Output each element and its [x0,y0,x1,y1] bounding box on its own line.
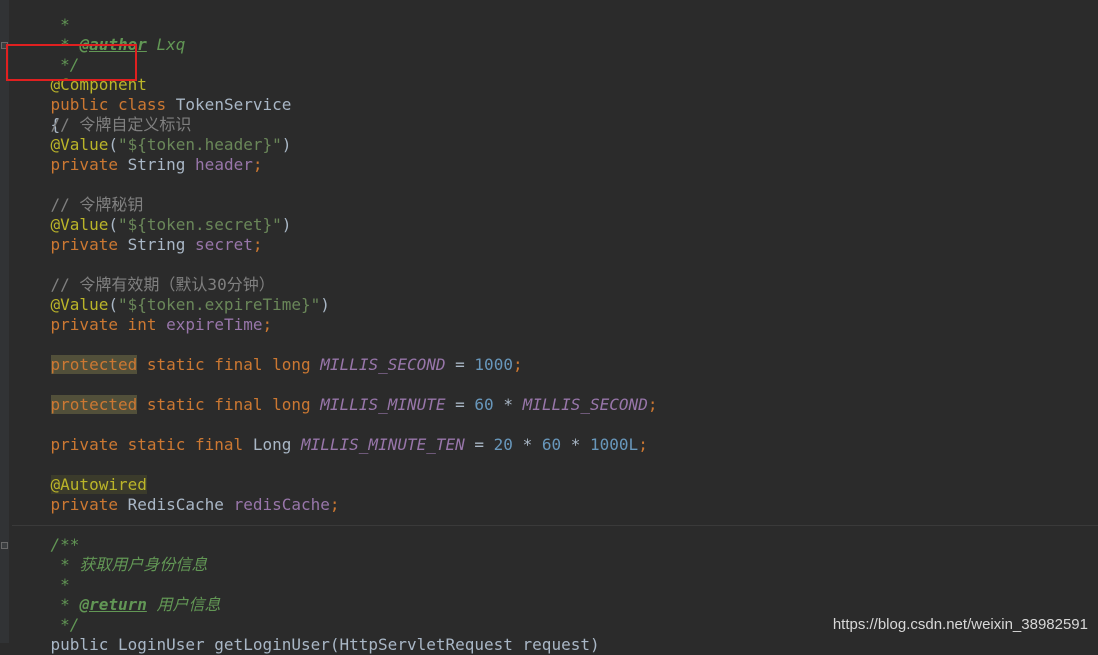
operator: = [445,395,475,414]
code-line: private String header; [12,155,263,175]
semicolon: ; [262,315,273,334]
code-line: { [12,95,61,134]
keyword-highlighted: protected [50,355,138,374]
watermark: https://blog.csdn.net/weixin_38982591 [832,616,1088,633]
number-literal: 1000L [590,435,639,454]
operator: = [464,435,494,454]
keyword: class [117,95,167,114]
number-literal: 1000 [474,355,513,374]
operator: * [493,395,523,414]
paren: ( [108,135,118,154]
number-literal: 20 [493,435,513,454]
paren: ) [281,135,292,154]
autowired-annotation: @Autowired [50,475,147,494]
code-editor[interactable]: * * @author Lxq */ @Component public cla… [0,0,1098,654]
code-line: * 获取用户身份信息 [12,555,207,575]
code-line: // 令牌有效期（默认30分钟） [12,275,275,295]
operator: = [445,355,475,374]
operator: * [512,435,542,454]
keyword: private static final [50,435,244,454]
code-line: protected static final long MILLIS_MINUT… [12,395,657,415]
line-comment: // 令牌自定义标识 [50,115,192,134]
code-line: /** [12,535,80,555]
doc-comment: * [50,595,80,614]
code-line: @Autowired [12,475,147,495]
string-literal: "${token.expireTime}" [117,295,321,314]
keyword: private [50,155,118,174]
code-line: */ [12,615,79,635]
code-line: * [12,575,70,595]
constant-ref: MILLIS_SECOND [522,395,648,414]
code-line: * @author Lxq [12,15,185,54]
semicolon: ; [252,155,263,174]
keyword-highlighted: protected [50,395,138,414]
field-name: header [195,155,253,174]
string-literal: "${token.secret}" [117,215,282,234]
type-name: RedisCache [127,495,224,514]
number-literal: 60 [474,395,494,414]
constant-name: MILLIS_MINUTE_TEN [301,435,465,454]
annotation: @Value [50,215,109,234]
annotation-highlight-box [6,44,137,81]
string-literal: "${token.header}" [117,135,282,154]
javadoc-tag: @return [79,595,147,614]
code-line: public LoginUser getLoginUser(HttpServle… [12,635,600,655]
doc-comment: Lxq [146,35,186,54]
type-name: String [127,235,186,254]
semicolon: ; [647,395,658,414]
line-comment: // 令牌有效期（默认30分钟） [50,275,275,294]
keyword: private [50,315,118,334]
number-literal: 60 [541,435,562,454]
semicolon: ; [512,355,523,374]
code-line: @Value("${token.header}") [12,135,292,155]
code-line: // 令牌秘钥 [12,195,144,215]
doc-comment: */ [50,615,80,634]
annotation: @Value [50,295,109,314]
paren: ) [320,295,330,314]
field-name: redisCache [233,495,330,514]
keyword: private [50,495,118,514]
code-line: // 令牌自定义标识 [12,115,192,135]
field-name: expireTime [166,315,263,334]
method-separator [12,525,1098,526]
paren: ( [108,295,118,314]
code-line: private int expireTime; [12,315,273,335]
type-name: Long [252,435,292,454]
code-line: * @return 用户信息 [12,595,221,615]
code-line: protected static final long MILLIS_SECON… [12,355,523,375]
code-line: * [12,0,70,34]
code-line: private static final Long MILLIS_MINUTE_… [12,435,648,455]
keyword: private [50,235,118,254]
fold-marker-icon[interactable] [1,542,8,549]
method-signature: public LoginUser getLoginUser(HttpServle… [50,635,600,654]
code-line: @Value("${token.expireTime}") [12,295,330,315]
class-name: TokenService [175,95,292,114]
editor-gutter[interactable] [0,0,9,643]
semicolon: ; [252,235,263,254]
field-name: secret [195,235,253,254]
type-name: String [127,155,186,174]
code-line: private String secret; [12,235,263,255]
code-line: @Value("${token.secret}") [12,215,292,235]
paren: ) [281,215,292,234]
constant-name: MILLIS_MINUTE [320,395,446,414]
line-comment: // 令牌秘钥 [50,195,144,214]
doc-comment: /** [50,535,80,554]
type-name: int [127,315,157,334]
semicolon: ; [638,435,648,454]
constant-name: MILLIS_SECOND [320,355,446,374]
code-line: private RedisCache redisCache; [12,495,340,515]
keyword: static final long [146,355,311,374]
semicolon: ; [329,495,340,514]
keyword: static final long [146,395,311,414]
paren: ( [108,215,118,234]
annotation: @Value [50,135,109,154]
doc-comment: 用户信息 [146,595,221,614]
doc-comment: * [50,575,70,594]
operator: * [561,435,591,454]
doc-comment: * 获取用户身份信息 [50,555,208,574]
